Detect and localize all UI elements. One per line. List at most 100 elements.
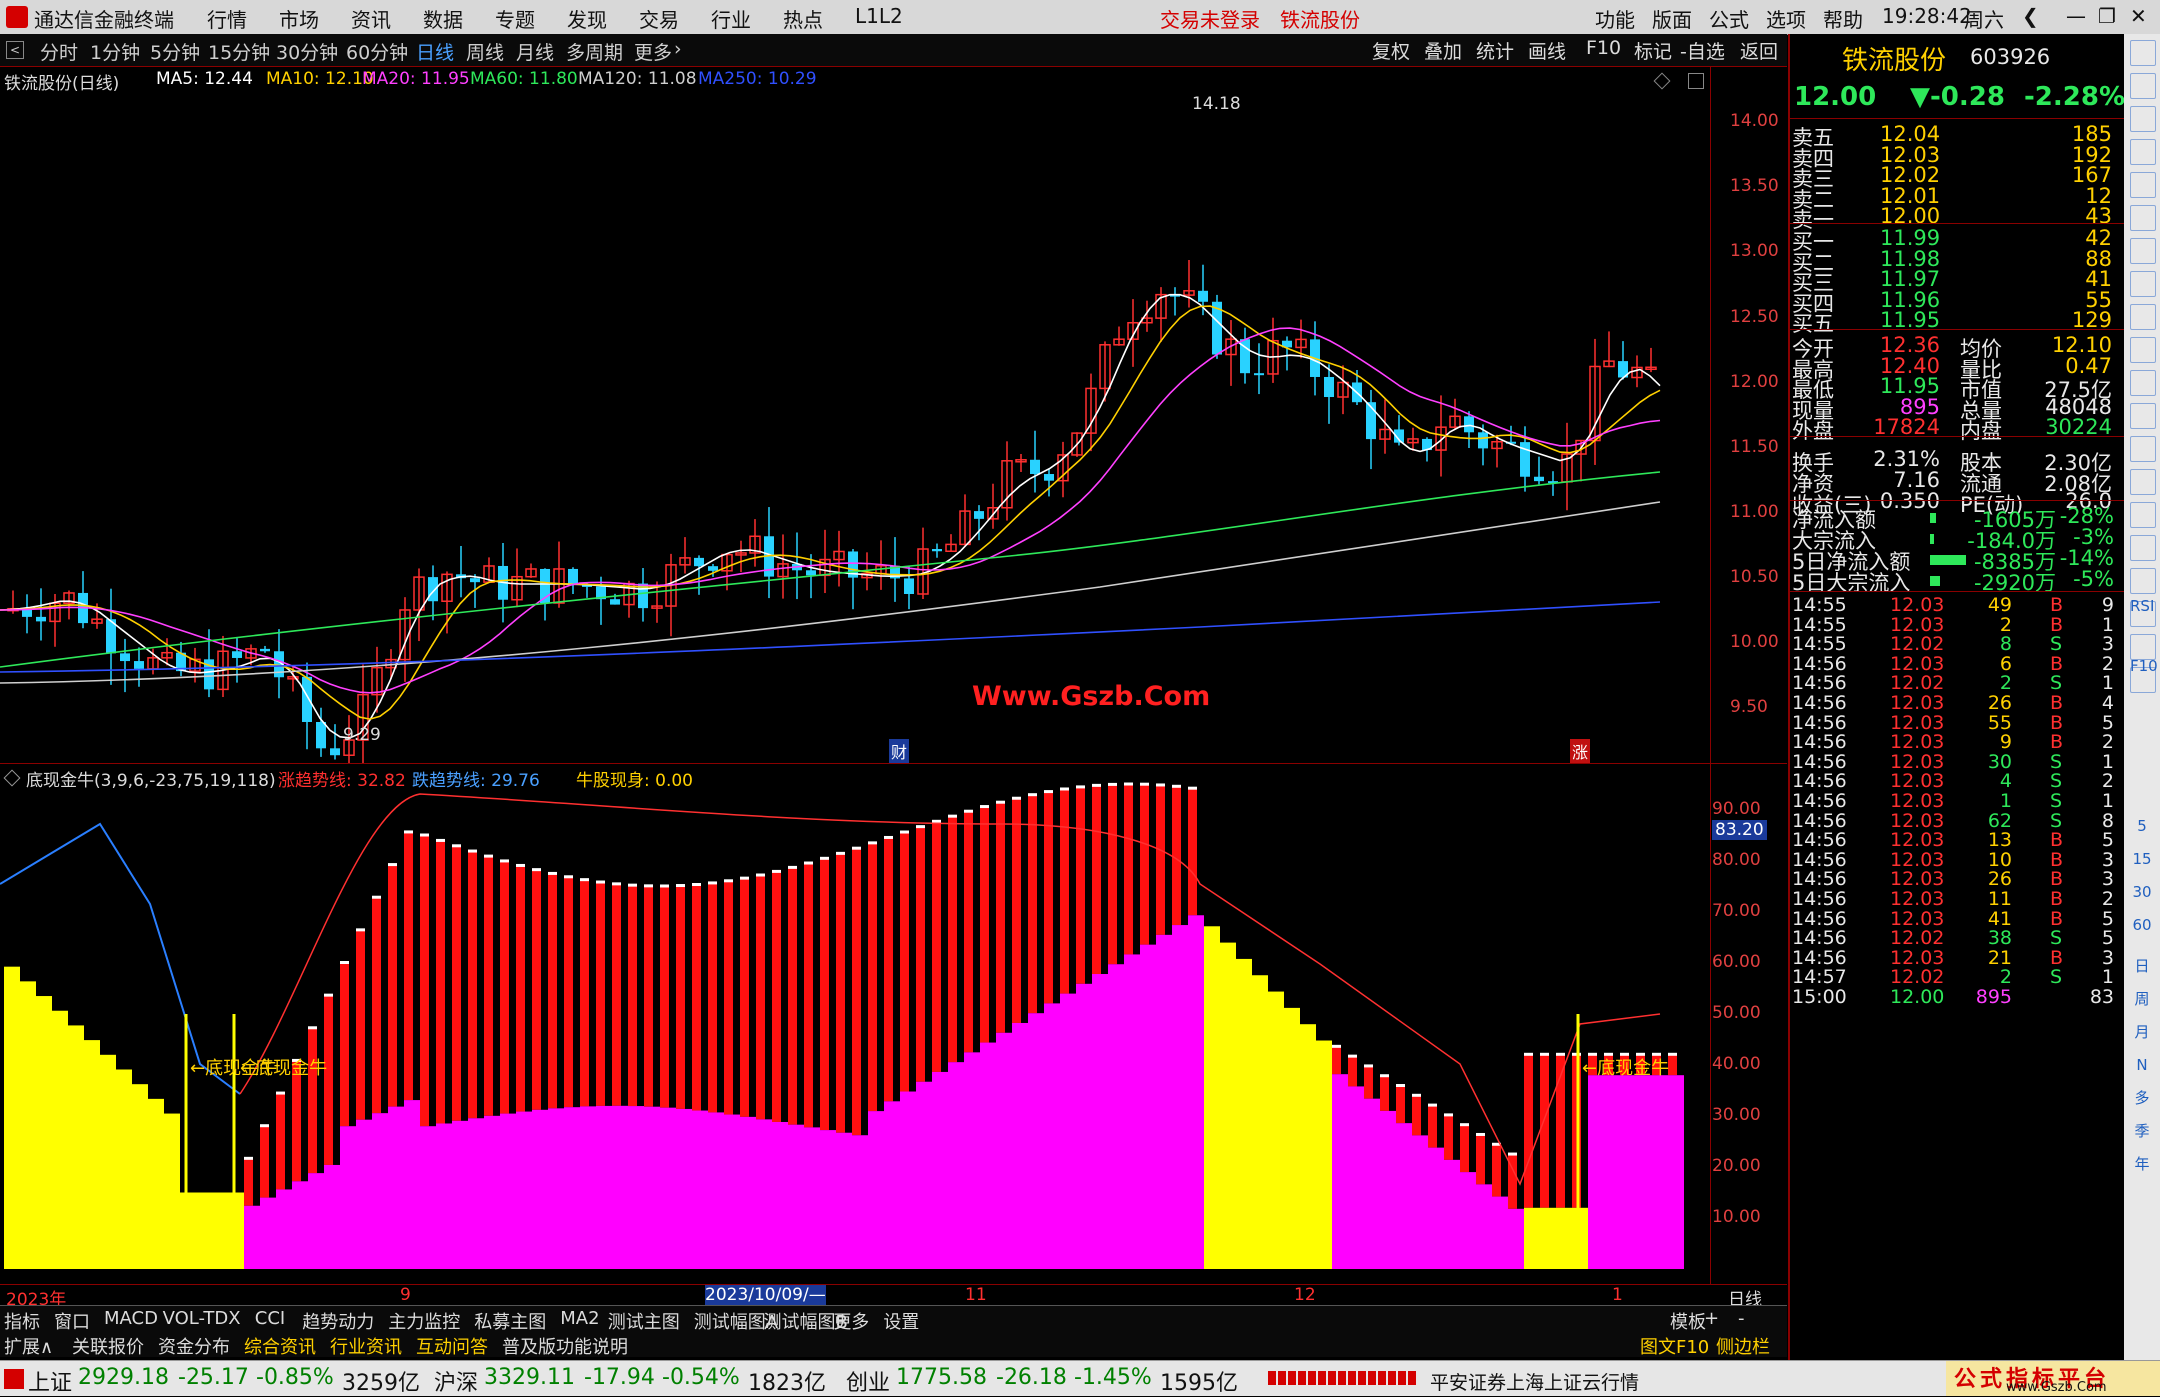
side-tool-icon[interactable] [2130,205,2156,231]
main-chart-area[interactable]: 铁流股份(日线) MA5: 12.44 MA10: 12.10 MA20: 11… [0,67,1787,764]
side-tool-icon[interactable] [2130,304,2156,330]
side-tool-icon[interactable] [2130,73,2156,99]
menu-xuanxiang[interactable]: 选项 [1766,4,1806,33]
menu-gongshi[interactable]: 公式 [1709,4,1749,33]
side-period-icon[interactable]: N [2130,1053,2154,1077]
menu-l1l2[interactable]: L1L2 [855,4,903,28]
side-tool-icon[interactable] [2130,469,2156,495]
extension-tab[interactable]: 资金分布 [158,1333,230,1359]
side-tab[interactable]: 图文F10 [1640,1333,1709,1359]
template-tab[interactable]: - [1738,1308,1745,1329]
minimize-icon[interactable]: — [2066,4,2086,28]
menu-shichang[interactable]: 市场 [279,4,319,33]
period-weekly[interactable]: 周线 [466,38,504,65]
chevron-right-icon[interactable]: › [674,38,682,60]
template-tab[interactable]: + [1704,1308,1719,1329]
menu-hangqing[interactable]: 行情 [207,4,247,33]
extension-tab[interactable]: 关联报价 [72,1333,144,1359]
side-period-icon[interactable]: 60 [2130,913,2154,937]
bar-cap [1508,1152,1517,1156]
menu-zixun[interactable]: 资讯 [351,4,391,33]
side-period-icon[interactable]: 5 [2130,814,2154,838]
side-tool-icon[interactable] [2130,337,2156,363]
side-period-icon[interactable]: 多 [2130,1086,2154,1110]
collapse-icon[interactable]: < [6,41,24,59]
side-tool-icon[interactable] [2130,40,2156,66]
side-period-icon[interactable]: 30 [2130,880,2154,904]
period-30min[interactable]: 30分钟 [276,38,338,65]
side-tool-icon[interactable] [2130,436,2156,462]
period-multi[interactable]: 多周期 [566,38,623,65]
side-tool-icon[interactable] [2130,502,2156,528]
tick-row[interactable]: 15:00 12.00 895 83 [1790,986,2120,1014]
index-name[interactable]: 沪深 [434,1365,478,1397]
side-period-icon[interactable]: 15 [2130,847,2154,871]
base-bar [964,1052,980,1269]
side-period-icon[interactable]: F10 [2130,654,2158,678]
tool-f10[interactable]: F10 [1586,37,1621,59]
tool-huaxian[interactable]: 画线 [1528,37,1566,64]
restore-icon[interactable]: ❐ [2098,4,2116,28]
tool-zixuan[interactable]: -自选 [1680,37,1725,64]
quote-stock-name[interactable]: 铁流股份 [1842,40,1946,77]
menu-gongneng[interactable]: 功能 [1595,4,1635,33]
index-name[interactable]: 上证 [28,1365,72,1397]
side-period-icon[interactable]: 月 [2130,1020,2154,1044]
trade-status[interactable]: 交易未登录 [1160,4,1260,33]
menu-shuju[interactable]: 数据 [423,4,463,33]
menu-faxian[interactable]: 发现 [567,4,607,33]
side-tool-icon[interactable] [2130,139,2156,165]
side-period-icon[interactable]: RSI [2130,594,2154,618]
indicator-tab[interactable]: MACD [104,1308,158,1329]
extension-tab[interactable]: 扩展∧ [4,1333,53,1359]
extension-tab[interactable]: 行业资讯 [330,1333,402,1359]
indicator-tab[interactable]: CCI [255,1308,285,1329]
side-tool-icon[interactable] [2130,238,2156,264]
side-tool-icon[interactable] [2130,535,2156,561]
menu-zhuanti[interactable]: 专题 [495,4,535,33]
indicator-tab[interactable]: MA2 [560,1308,599,1329]
event-marker-zhang[interactable]: 涨 [1570,739,1591,763]
extension-tab[interactable]: 综合资讯 [244,1333,316,1359]
side-period-icon[interactable]: 周 [2130,987,2154,1011]
menu-redian[interactable]: 热点 [783,4,823,33]
side-tool-icon[interactable] [2130,271,2156,297]
extension-tab[interactable]: 互动问答 [416,1333,488,1359]
period-daily[interactable]: 日线 [416,38,454,65]
menu-jiaoyi[interactable]: 交易 [639,4,679,33]
tool-fanhui[interactable]: 返回 [1740,37,1778,64]
side-tool-icon[interactable] [2130,568,2156,594]
period-60min[interactable]: 60分钟 [346,38,408,65]
period-5min[interactable]: 5分钟 [150,38,200,65]
menu-banmian[interactable]: 版面 [1652,4,1692,33]
side-period-icon[interactable]: 季 [2130,1119,2154,1143]
period-1min[interactable]: 1分钟 [90,38,140,65]
broker-name[interactable]: 平安证券上海上证云行情 [1430,1368,1639,1395]
side-tool-icon[interactable] [2130,106,2156,132]
menu-bangzhu[interactable]: 帮助 [1823,4,1863,33]
side-tool-icon[interactable] [2130,172,2156,198]
period-more[interactable]: 更多 [634,38,672,65]
indicator-area[interactable]: 底现金牛(3,9,6,-23,75,19,118) 涨趋势线: 32.82 跌趋… [0,764,1787,1284]
side-tool-icon[interactable] [2130,370,2156,396]
menu-hangye[interactable]: 行业 [711,4,751,33]
period-fenshi[interactable]: 分时 [40,38,78,65]
index-name[interactable]: 创业 [846,1365,890,1397]
side-period-icon[interactable]: 年 [2130,1152,2154,1176]
indicator-tab[interactable]: VOL-TDX [163,1308,241,1329]
close-icon[interactable]: ✕ [2130,4,2147,28]
tool-diejia[interactable]: 叠加 [1424,37,1462,64]
event-marker-cai[interactable]: 财 [889,739,910,763]
orderbook-buy-row[interactable]: 买五 11.95 129 [1790,308,2120,336]
bar-cap [404,830,413,834]
base-bar [420,1126,436,1269]
extension-tab[interactable]: 普及版功能说明 [502,1333,628,1359]
period-monthly[interactable]: 月线 [516,38,554,65]
tool-fuquan[interactable]: 复权 [1372,37,1410,64]
side-period-icon[interactable]: 日 [2130,954,2154,978]
tool-biaoji[interactable]: 标记 [1634,37,1672,64]
period-15min[interactable]: 15分钟 [208,38,270,65]
back-arrow-icon[interactable]: ❮ [2022,4,2039,28]
side-tool-icon[interactable] [2130,403,2156,429]
tool-tongji[interactable]: 统计 [1476,37,1514,64]
